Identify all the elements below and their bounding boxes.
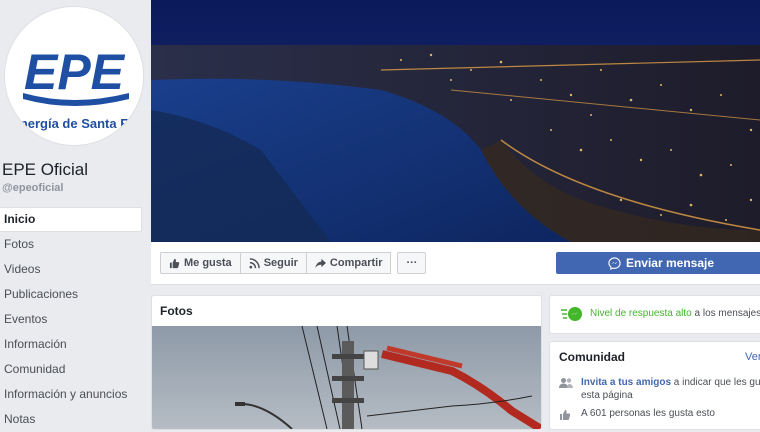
page-handle[interactable]: @epeoficial <box>2 182 63 194</box>
nav-item-notas[interactable]: Notas <box>0 407 142 432</box>
utility-pole-photo <box>152 326 541 429</box>
nav-item-comunidad[interactable]: Comunidad <box>0 357 142 382</box>
like-button-label: Me gusta <box>184 257 232 269</box>
photos-card-title[interactable]: Fotos <box>160 304 193 318</box>
more-options-button[interactable]: ··· <box>397 252 427 274</box>
share-button-label: Compartir <box>329 257 383 269</box>
response-rate-card: Nivel de respuesta alto a los mensajes <box>549 295 760 334</box>
rss-icon <box>249 257 260 269</box>
share-arrow-icon <box>315 258 326 268</box>
nav-item-informacion[interactable]: Información <box>0 332 142 357</box>
page-name[interactable]: EPE Oficial <box>2 160 88 180</box>
action-button-group: Me gusta Seguir Compartir ··· <box>160 252 427 274</box>
community-card: Comunidad Ver Invita a tus amigos a indi… <box>549 341 760 430</box>
logo-subtitle: nergía de Santa F <box>20 116 128 131</box>
messenger-icon <box>608 256 621 270</box>
nav-item-eventos[interactable]: Eventos <box>0 307 142 332</box>
response-rate-text: Nivel de respuesta alto a los mensajes <box>590 308 760 319</box>
follow-button-label: Seguir <box>263 257 298 269</box>
nav-item-videos[interactable]: Videos <box>0 257 142 282</box>
send-message-button[interactable]: Enviar mensaje <box>556 252 760 274</box>
response-rate-rest: a los mensajes <box>691 308 760 319</box>
messenger-response-icon <box>561 307 582 321</box>
photo-thumbnail[interactable] <box>152 326 541 429</box>
invite-friends-link[interactable]: Invita a tus amigos <box>581 377 671 388</box>
page-nav: Inicio Fotos Videos Publicaciones Evento… <box>0 207 142 432</box>
thumbs-up-icon <box>169 258 180 268</box>
photos-card: Fotos <box>151 295 542 430</box>
page-likes-text: A 601 personas les gusta esto <box>581 408 715 419</box>
cover-image <box>151 0 760 242</box>
response-rate-highlight: Nivel de respuesta alto <box>590 308 692 319</box>
more-options-icon: ··· <box>406 257 418 269</box>
invite-friends-text: Invita a tus amigos a indicar que les gu… <box>581 376 760 402</box>
logo-wordmark: EPE <box>24 44 126 100</box>
thumbs-up-icon <box>560 410 571 420</box>
follow-button[interactable]: Seguir <box>240 252 307 274</box>
left-column: EPE nergía de Santa F EPE Oficial @epeof… <box>0 0 150 428</box>
nav-item-informacion-anuncios[interactable]: Información y anuncios <box>0 382 142 407</box>
share-button[interactable]: Compartir <box>306 252 392 274</box>
cover-photo[interactable] <box>151 0 760 242</box>
people-icon <box>559 378 573 388</box>
nav-item-inicio[interactable]: Inicio <box>0 207 142 232</box>
page-action-bar: Me gusta Seguir Compartir ··· Enviar men… <box>151 242 760 285</box>
community-title[interactable]: Comunidad <box>559 350 625 364</box>
community-see-all-link[interactable]: Ver <box>745 351 760 363</box>
like-button[interactable]: Me gusta <box>160 252 241 274</box>
nav-item-publicaciones[interactable]: Publicaciones <box>0 282 142 307</box>
page-profile-picture[interactable]: EPE nergía de Santa F <box>4 6 144 146</box>
nav-item-fotos[interactable]: Fotos <box>0 232 142 257</box>
send-message-label: Enviar mensaje <box>625 256 715 270</box>
epe-logo: EPE nergía de Santa F <box>5 7 143 145</box>
